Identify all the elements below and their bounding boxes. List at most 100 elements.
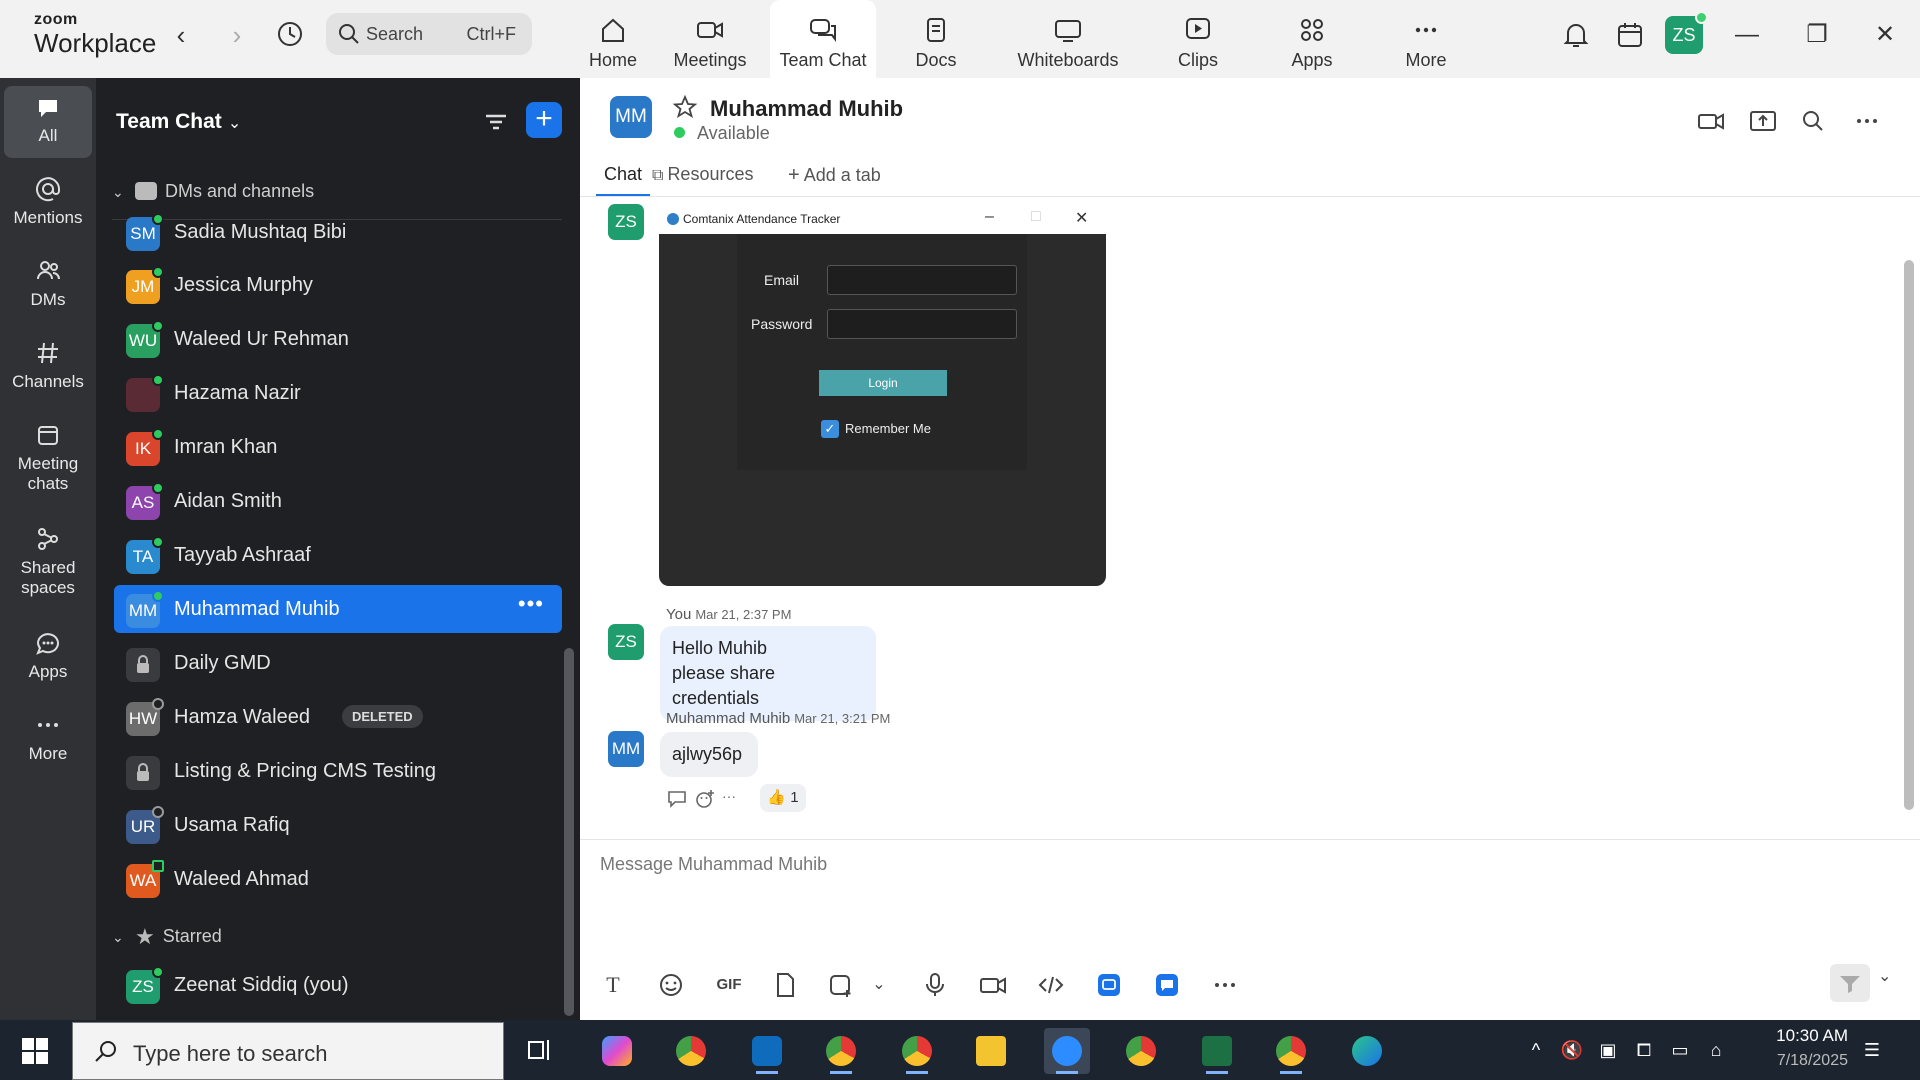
contact-name-header[interactable]: Muhammad Muhib xyxy=(710,96,903,122)
clock-time[interactable]: 10:30 AM xyxy=(1748,1026,1848,1046)
chrome-profile-4-icon[interactable] xyxy=(1118,1028,1164,1074)
app-integration-icon[interactable] xyxy=(1094,970,1124,1000)
forward-arrow-icon[interactable]: › xyxy=(222,20,252,50)
reaction-thumbs-up[interactable]: 👍 1 xyxy=(760,784,806,812)
restore-icon[interactable]: ❐ xyxy=(1800,18,1834,52)
list-item[interactable]: IK Imran Khan xyxy=(114,423,562,471)
contact-avatar[interactable]: MM xyxy=(610,96,652,138)
list-item[interactable]: JM Jessica Murphy xyxy=(114,261,562,309)
panel-title[interactable]: Team Chat ⌄ xyxy=(116,110,241,134)
send-options-chevron-icon[interactable]: ⌄ xyxy=(1878,966,1891,986)
file-explorer-icon[interactable] xyxy=(968,1028,1014,1074)
more-icon[interactable]: ··· xyxy=(722,788,744,810)
video-call-icon[interactable] xyxy=(1696,106,1726,136)
video-message-icon[interactable] xyxy=(978,970,1008,1000)
chrome-app-icon[interactable] xyxy=(668,1028,714,1074)
battery-icon[interactable]: ▭ xyxy=(1668,1038,1692,1062)
tab-resources[interactable]: ⧉ Resources xyxy=(652,164,753,185)
meet-now-icon[interactable]: ▣ xyxy=(1596,1038,1620,1062)
windows-start-icon[interactable] xyxy=(22,1038,48,1064)
network-icon[interactable]: ⌂ xyxy=(1704,1038,1728,1062)
nav-more[interactable]: More xyxy=(1380,0,1472,78)
sender-avatar[interactable]: ZS xyxy=(608,624,644,660)
excel-app-icon[interactable] xyxy=(1194,1028,1240,1074)
nav-docs[interactable]: Docs xyxy=(888,0,984,78)
nav-whiteboards[interactable]: Whiteboards xyxy=(1010,0,1126,78)
filter-icon[interactable] xyxy=(482,108,510,136)
rail-shared-spaces[interactable]: Shared spaces xyxy=(4,526,92,598)
more-options-icon[interactable] xyxy=(1852,106,1882,136)
code-icon[interactable] xyxy=(1036,970,1066,1000)
gif-icon[interactable]: GIF xyxy=(714,970,744,1000)
edge-app-icon[interactable] xyxy=(1344,1028,1390,1074)
message-bubble[interactable]: Hello Muhib please share credentials xyxy=(660,626,876,721)
back-arrow-icon[interactable]: ‹ xyxy=(166,20,196,50)
sender-avatar[interactable]: ZS xyxy=(608,204,644,240)
bell-icon[interactable] xyxy=(1560,19,1592,51)
attached-screenshot[interactable]: Comtanix Attendance Tracker – □ ✕ Email … xyxy=(659,204,1106,586)
text-format-icon[interactable]: T xyxy=(598,970,628,1000)
more-options-icon[interactable]: ••• xyxy=(518,591,544,617)
display-icon[interactable]: ⧠ xyxy=(1632,1038,1656,1062)
history-icon[interactable] xyxy=(274,18,306,50)
chrome-profile-5-icon[interactable] xyxy=(1268,1028,1314,1074)
list-item[interactable]: UR Usama Rafiq xyxy=(114,801,562,849)
chevron-down-icon[interactable]: ⌄ xyxy=(864,970,894,1000)
list-item[interactable]: Listing & Pricing CMS Testing xyxy=(114,747,562,795)
send-button[interactable] xyxy=(1830,964,1870,1002)
chat-scrollbar[interactable] xyxy=(1904,260,1914,810)
new-chat-button[interactable]: + xyxy=(526,102,562,138)
list-item[interactable]: ZS Zeenat Siddiq (you) xyxy=(114,961,562,1009)
tab-chat[interactable]: Chat xyxy=(595,164,651,197)
list-item[interactable]: TA Tayyab Ashraaf xyxy=(114,531,562,579)
rail-apps[interactable]: Apps xyxy=(4,630,92,682)
zoom-app-icon[interactable] xyxy=(1044,1028,1090,1074)
taskbar-search[interactable]: Type here to search xyxy=(72,1022,504,1080)
rail-mentions[interactable]: Mentions xyxy=(4,176,92,228)
star-icon[interactable] xyxy=(672,94,698,120)
list-item[interactable]: SM Sadia Mushtaq Bibi xyxy=(114,208,562,256)
outlook-app-icon[interactable] xyxy=(744,1028,790,1074)
rail-dms[interactable]: DMs xyxy=(4,258,92,310)
emoji-icon[interactable] xyxy=(656,970,686,1000)
rail-more[interactable]: More xyxy=(4,712,92,764)
list-item[interactable]: HW Hamza Waleed DELETED xyxy=(114,693,562,741)
chrome-profile-2-icon[interactable] xyxy=(818,1028,864,1074)
tab-add[interactable]: + Add a tab xyxy=(788,164,881,187)
list-item[interactable]: Daily GMD xyxy=(114,639,562,687)
share-screen-icon[interactable] xyxy=(1748,106,1778,136)
copilot-app-icon[interactable] xyxy=(594,1028,640,1074)
rail-all[interactable]: All xyxy=(4,86,92,158)
task-view-icon[interactable] xyxy=(526,1036,554,1064)
message-bubble[interactable]: ajlwy56p xyxy=(660,732,758,777)
search-box[interactable]: Search Ctrl+F xyxy=(326,13,532,55)
more-icon[interactable] xyxy=(1210,970,1240,1000)
list-item[interactable]: WA Waleed Ahmad xyxy=(114,855,562,903)
list-item[interactable]: AS Aidan Smith xyxy=(114,477,562,525)
list-item-selected[interactable]: MM Muhammad Muhib ••• xyxy=(114,585,562,633)
minimize-icon[interactable]: — xyxy=(1730,18,1764,52)
message-input[interactable]: Message Muhammad Muhib xyxy=(600,854,827,875)
panel-scrollbar[interactable] xyxy=(564,648,574,1016)
rail-meeting-chats[interactable]: Meeting chats xyxy=(4,422,92,494)
calendar-icon[interactable] xyxy=(1614,19,1646,51)
file-icon[interactable] xyxy=(770,970,800,1000)
microphone-icon[interactable] xyxy=(920,970,950,1000)
nav-apps[interactable]: Apps xyxy=(1266,0,1358,78)
close-icon[interactable]: ✕ xyxy=(1868,18,1902,52)
sender-avatar[interactable]: MM xyxy=(608,731,644,767)
user-avatar[interactable]: ZS xyxy=(1665,11,1708,54)
chat-app-icon[interactable] xyxy=(1152,970,1182,1000)
nav-meetings[interactable]: Meetings xyxy=(662,0,758,78)
clock-date[interactable]: 7/18/2025 xyxy=(1748,1052,1848,1070)
screenshot-icon[interactable] xyxy=(826,970,856,1000)
notifications-icon[interactable]: ☰ xyxy=(1860,1038,1884,1062)
section-dms-channels[interactable]: ⌄ DMs and channels xyxy=(112,181,314,202)
section-starred[interactable]: ⌄ ★ Starred xyxy=(112,924,222,950)
nav-team-chat[interactable]: Team Chat xyxy=(770,0,876,78)
list-item[interactable]: WU Waleed Ur Rehman xyxy=(114,315,562,363)
nav-clips[interactable]: Clips xyxy=(1152,0,1244,78)
reply-icon[interactable] xyxy=(666,788,688,810)
search-icon[interactable] xyxy=(1798,106,1828,136)
list-item[interactable]: Hazama Nazir xyxy=(114,369,562,417)
